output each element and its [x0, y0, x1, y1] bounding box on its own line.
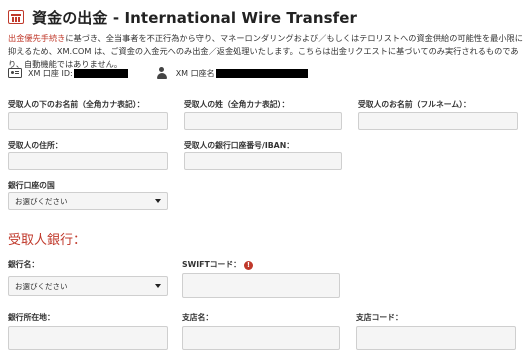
bank-icon	[8, 10, 24, 24]
branch-code-label: 支店コード：	[356, 313, 403, 322]
chevron-down-icon	[155, 284, 161, 288]
account-id-redacted	[73, 68, 128, 78]
bank-section-title: 受取人銀行：	[8, 233, 87, 248]
account-info-row: XM 口座 ID: XM 口座名	[8, 66, 308, 80]
full-name-input[interactable]	[358, 112, 518, 130]
account-id-label: XM 口座 ID:	[28, 68, 73, 78]
branch-name-input[interactable]	[182, 326, 340, 350]
full-name-label: 受取人のお名前（フルネーム）：	[358, 100, 471, 109]
branch-name-label: 支店名：	[182, 313, 214, 322]
country-select-value: お選びください	[15, 196, 68, 206]
first-name-input[interactable]	[8, 112, 168, 130]
bank-name-label: 銀行名：	[8, 260, 40, 269]
account-number-label: 受取人の銀行口座番号/IBAN：	[184, 141, 295, 150]
bank-address-input[interactable]	[8, 326, 168, 350]
info-icon[interactable]: !	[243, 260, 253, 270]
swift-label-wrap: SWIFTコード：!	[182, 259, 253, 270]
page-title: 資金の出金 - International Wire Transfer	[32, 8, 358, 27]
chevron-down-icon	[155, 199, 161, 203]
notice-highlight: 出金優先手続き	[8, 33, 66, 43]
swift-input[interactable]	[182, 273, 340, 298]
page-header: 資金の出金 - International Wire Transfer	[8, 6, 357, 28]
account-name-label: XM 口座名	[175, 68, 215, 78]
address-input[interactable]	[8, 152, 168, 170]
first-name-label: 受取人の下のお名前（全角カナ表記）：	[8, 100, 145, 109]
account-number-input[interactable]	[184, 152, 342, 170]
address-label: 受取人の住所：	[8, 141, 63, 150]
last-name-label: 受取人の姓（全角カナ表記）：	[184, 100, 290, 109]
bank-address-label: 銀行所在地：	[8, 313, 55, 322]
account-name-redacted	[215, 68, 308, 78]
bank-name-select-value: お選びください	[15, 281, 68, 291]
bank-name-select[interactable]: お選びください	[8, 276, 168, 296]
notice-line2: 抑えるため、XM.COM は、ご資金の入金元へのみ出金／返金処理いたします。こち…	[8, 46, 519, 56]
user-icon	[156, 67, 168, 79]
id-card-icon	[8, 68, 22, 78]
branch-code-input[interactable]	[356, 326, 516, 350]
swift-label: SWIFTコード：	[182, 260, 241, 269]
country-label: 銀行口座の国	[8, 181, 55, 190]
notice-line1: に基づき、全当事者を不正行為から守り、マネーロンダリングおよび／もしくはテロリス…	[65, 33, 523, 43]
last-name-input[interactable]	[184, 112, 342, 130]
country-select[interactable]: お選びください	[8, 192, 168, 210]
